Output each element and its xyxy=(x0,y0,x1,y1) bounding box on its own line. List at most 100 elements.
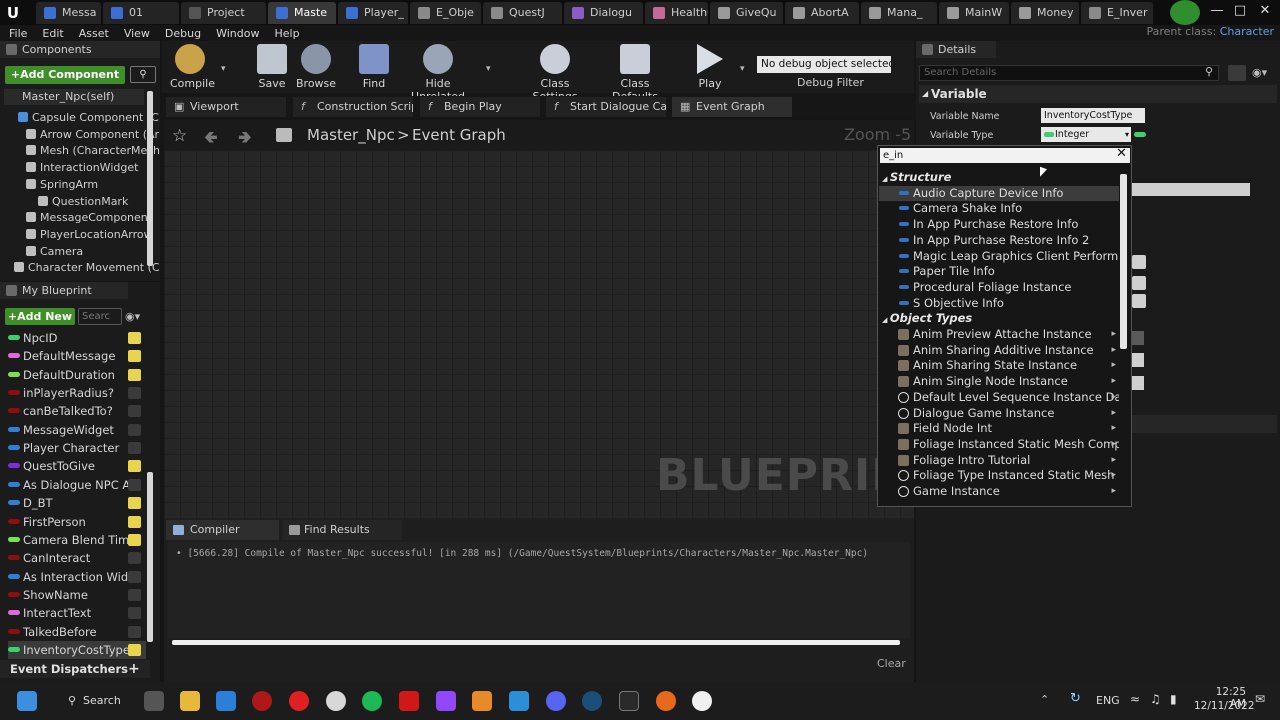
window-tab[interactable]: HealthC xyxy=(645,2,708,24)
window-tab[interactable]: Messa xyxy=(36,2,101,24)
structure-type-item[interactable]: Procedural Foliage Instance xyxy=(879,280,1119,295)
component-item[interactable]: Arrow Component (Ar xyxy=(26,128,159,141)
snip-tool-icon[interactable] xyxy=(509,691,529,711)
object-type-item[interactable]: Anim Preview Attache Instance ▸ xyxy=(879,327,1119,342)
submenu-arrow-icon[interactable]: ▸ xyxy=(1111,343,1116,358)
blueprint-search-input[interactable]: Searc xyxy=(78,308,122,325)
object-types-category[interactable]: ◢ Object Types xyxy=(882,311,972,325)
minimize-icon[interactable]: — xyxy=(1207,3,1227,21)
variable-visibility-eye-icon[interactable] xyxy=(128,552,141,565)
find-results-tab[interactable]: Find Results xyxy=(282,520,402,540)
variable-visibility-eye-icon[interactable] xyxy=(128,405,141,418)
variable-visibility-eye-icon[interactable] xyxy=(128,423,141,436)
variable-item[interactable]: MessageWidget xyxy=(8,421,146,439)
submenu-arrow-icon[interactable]: ▸ xyxy=(1111,358,1116,373)
structure-type-item[interactable]: Magic Leap Graphics Client Performan xyxy=(879,249,1119,264)
window-tab[interactable]: E_Inver xyxy=(1081,2,1153,24)
language-indicator[interactable]: ENG xyxy=(1096,694,1120,707)
window-tab[interactable]: Mana_ xyxy=(861,2,937,24)
variable-visibility-eye-icon[interactable] xyxy=(128,332,141,344)
variable-visibility-eye-icon[interactable] xyxy=(128,533,141,546)
variable-visibility-eye-icon[interactable] xyxy=(128,607,141,620)
variable-item[interactable]: As Interaction Wid xyxy=(8,568,146,586)
structure-type-item[interactable]: Audio Capture Device Info xyxy=(879,185,1119,201)
add-component-button[interactable]: +Add Component xyxy=(5,66,125,84)
twitch-icon[interactable] xyxy=(436,691,456,711)
details-checkbox-3[interactable] xyxy=(1132,294,1146,308)
component-item[interactable]: Mesh (CharacterMesh xyxy=(26,144,160,157)
window-tab[interactable]: AbortA xyxy=(785,2,859,24)
spotify-icon[interactable] xyxy=(362,691,382,711)
menu-view[interactable]: View xyxy=(124,27,150,40)
structure-type-item[interactable]: In App Purchase Restore Info 2 xyxy=(879,233,1119,248)
menu-edit[interactable]: Edit xyxy=(42,27,63,40)
submenu-arrow-icon[interactable]: ▸ xyxy=(1111,374,1116,389)
battery-icon[interactable]: ▮ xyxy=(1170,692,1177,706)
type-search-input[interactable]: e_in xyxy=(880,148,1130,163)
razer-icon[interactable] xyxy=(252,691,272,711)
hide-unrelated-button[interactable]: Hide Unrelated xyxy=(402,44,474,103)
breadcrumb-root[interactable]: Master_Npc xyxy=(307,126,395,144)
unreal-engine-taskbar-icon[interactable] xyxy=(692,691,712,711)
component-item[interactable]: Character Movement (C xyxy=(14,261,160,274)
variable-item[interactable]: InteractText xyxy=(8,604,146,622)
view-options-icon[interactable]: ◉▾ xyxy=(125,310,150,323)
menu-debug[interactable]: Debug xyxy=(165,27,201,40)
object-type-item[interactable]: Anim Single Node Instance ▸ xyxy=(879,374,1119,389)
variable-visibility-eye-icon[interactable] xyxy=(128,350,141,363)
task-view-icon[interactable] xyxy=(144,691,164,711)
debug-object-select[interactable]: No debug object selected ▾ xyxy=(757,56,891,73)
details-grid-icon[interactable] xyxy=(1228,65,1246,81)
window-tab[interactable]: QuestJ xyxy=(483,2,562,24)
editor-tab[interactable]: f Begin Play xyxy=(420,97,540,117)
window-tab[interactable]: 01 xyxy=(103,2,179,24)
variable-visibility-eye-icon[interactable] xyxy=(128,625,141,638)
editor-tab[interactable]: f Construction Scrip xyxy=(293,97,413,117)
structure-category[interactable]: ◢ Structure xyxy=(882,170,951,184)
details-checkbox-2[interactable] xyxy=(1132,276,1146,290)
clear-button[interactable]: Clear xyxy=(877,657,906,670)
variable-visibility-eye-icon[interactable] xyxy=(128,588,141,601)
variable-item[interactable]: Camera Blend Time xyxy=(8,531,146,549)
variable-item[interactable]: DefaultDuration xyxy=(8,366,146,384)
structure-type-item[interactable]: In App Purchase Restore Info xyxy=(879,217,1119,232)
clock-date[interactable]: 12/11/2022 xyxy=(1194,700,1255,712)
structure-type-item[interactable]: S Objective Info xyxy=(879,296,1119,311)
component-item[interactable]: Camera xyxy=(26,245,83,258)
compile-options-icon[interactable]: ▾ xyxy=(221,64,226,74)
wifi-icon[interactable]: ≈ xyxy=(1130,692,1140,706)
menu-help[interactable]: Help xyxy=(274,27,299,40)
object-type-item[interactable]: Anim Sharing Additive Instance ▸ xyxy=(879,343,1119,358)
variable-section-header[interactable]: ◢ Variable xyxy=(919,85,1277,103)
variable-visibility-eye-icon[interactable] xyxy=(128,515,141,528)
component-item[interactable]: InteractionWidget xyxy=(26,161,138,174)
search-components-icon[interactable]: ⚲ xyxy=(130,66,156,83)
component-item[interactable]: PlayerLocationArrow xyxy=(26,228,153,241)
blender-icon[interactable] xyxy=(472,691,492,711)
play-button[interactable]: Play xyxy=(692,44,728,90)
menu-asset[interactable]: Asset xyxy=(79,27,109,40)
file-explorer-icon[interactable] xyxy=(180,691,200,711)
variable-item[interactable]: D_BT xyxy=(8,494,146,512)
log-scrollbar[interactable] xyxy=(172,640,900,645)
object-type-item[interactable]: Foliage Instanced Static Mesh Compor ▸ xyxy=(879,437,1119,452)
add-dispatcher-icon[interactable]: + xyxy=(128,660,140,678)
play-options-icon[interactable]: ▾ xyxy=(740,64,745,74)
structure-type-item[interactable]: Camera Shake Info xyxy=(879,201,1119,216)
discord-icon[interactable] xyxy=(546,691,566,711)
windows-start-icon[interactable] xyxy=(17,691,37,711)
submenu-arrow-icon[interactable]: ▸ xyxy=(1111,437,1116,452)
component-item[interactable]: MessageComponent xyxy=(26,211,152,224)
container-type-icon[interactable] xyxy=(1134,132,1146,137)
chrome-icon[interactable] xyxy=(326,691,346,711)
details-view-options-icon[interactable]: ◉▾ xyxy=(1252,66,1267,79)
component-root[interactable]: Master_Npc(self) xyxy=(4,89,144,105)
variable-visibility-eye-icon[interactable] xyxy=(128,442,141,455)
details-dropdown-1[interactable] xyxy=(1132,331,1144,345)
variable-item[interactable]: As Dialogue NPC A xyxy=(8,476,146,494)
compile-button[interactable]: Compile xyxy=(170,44,215,90)
class-defaults-button[interactable]: Class Defaults xyxy=(600,44,670,103)
object-type-item[interactable]: Anim Sharing State Instance ▸ xyxy=(879,358,1119,373)
details-dropdown-3[interactable] xyxy=(1132,376,1144,390)
details-search-input[interactable]: Search Details xyxy=(919,65,1219,81)
